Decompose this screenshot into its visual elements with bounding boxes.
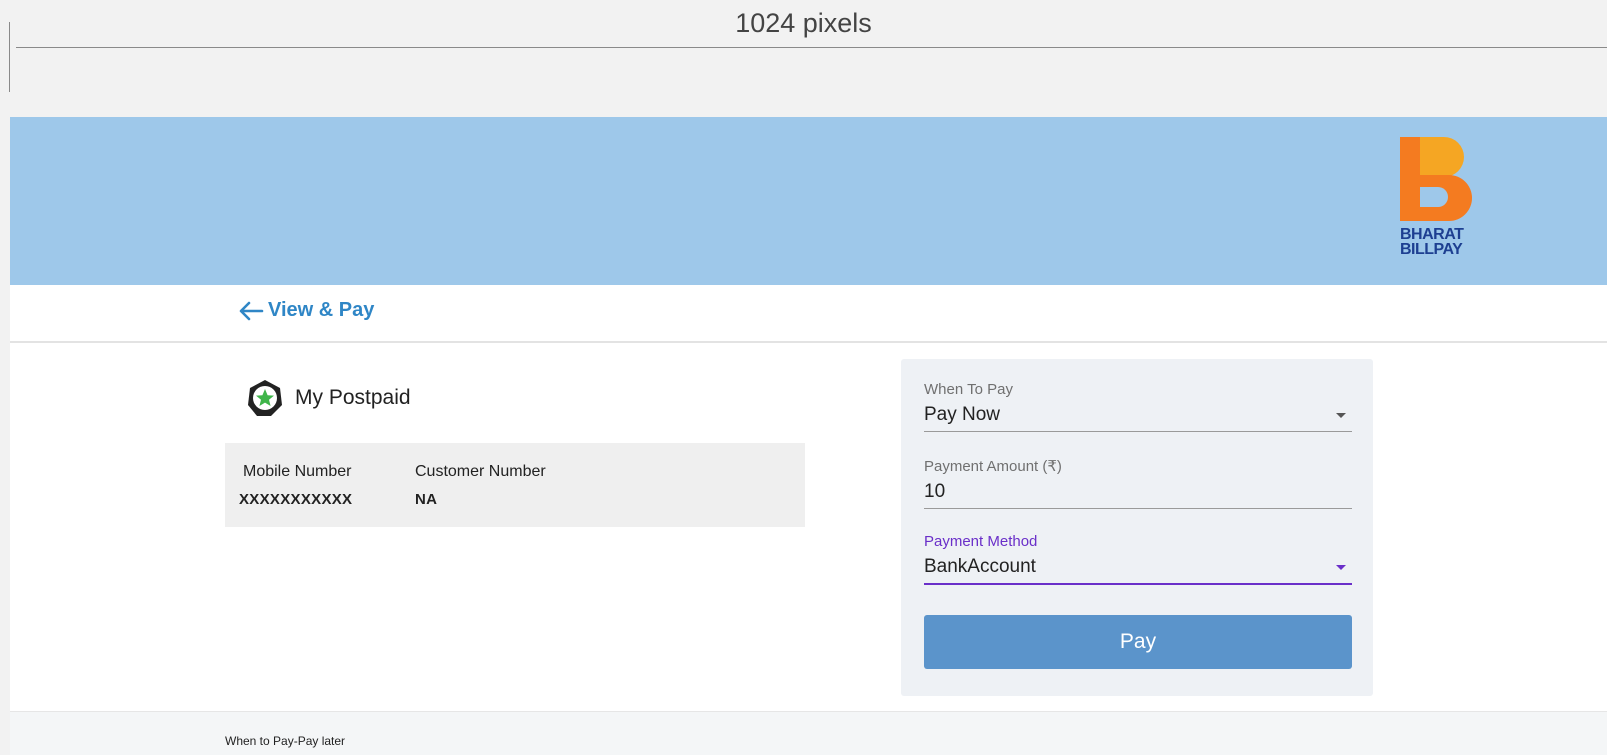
main-content: My Postpaid Mobile Number XXXXXXXXXXX Cu… [10,343,1607,711]
account-info-box: Mobile Number XXXXXXXXXXX Customer Numbe… [225,443,805,527]
payment-amount-value: 10 [924,481,946,502]
when-to-pay-value: Pay Now [924,404,1001,425]
dimension-line [16,47,1607,48]
dimension-tick [9,22,10,92]
payment-method-label: Payment Method [924,533,1038,550]
logo-text-line2: BILLPAY [1400,241,1463,258]
mobile-number-value: XXXXXXXXXXX [239,491,353,508]
logo-b-icon [1400,137,1472,221]
back-button[interactable]: View & Pay [238,299,374,322]
mobile-number-label: Mobile Number [243,463,352,480]
biller-card: My Postpaid [225,363,515,433]
payment-form: When To Pay Pay Now Payment Amount (₹) 1… [901,359,1373,696]
navigation-bar: View & Pay [10,285,1607,343]
footer-section: When to Pay-Pay later [10,711,1607,755]
bharat-billpay-logo: BHARAT BILLPAY [1400,137,1480,262]
biller-name: My Postpaid [295,386,411,409]
payment-method-value: BankAccount [924,556,1036,577]
pay-later-note: When to Pay-Pay later [225,734,346,748]
arrow-left-icon [239,301,264,320]
customer-number-label: Customer Number [415,463,546,480]
hexagon-star-icon [248,380,282,416]
pay-button[interactable]: Pay [924,615,1352,669]
dropdown-caret-icon [1336,565,1346,570]
when-to-pay-label: When To Pay [924,381,1013,398]
dropdown-caret-icon [1336,413,1346,418]
customer-number-value: NA [415,491,438,508]
logo-text-line1: BHARAT [1400,226,1464,243]
page-title: View & Pay [268,299,375,321]
payment-amount-label: Payment Amount (₹) [924,458,1062,475]
payment-method-select[interactable]: Payment Method BankAccount [924,533,1352,585]
when-to-pay-select[interactable]: When To Pay Pay Now [924,381,1352,432]
payment-amount-field[interactable]: Payment Amount (₹) 10 [924,457,1352,509]
dimension-label: 1024 pixels [735,8,872,38]
app-header: BHARAT BILLPAY [10,117,1607,285]
